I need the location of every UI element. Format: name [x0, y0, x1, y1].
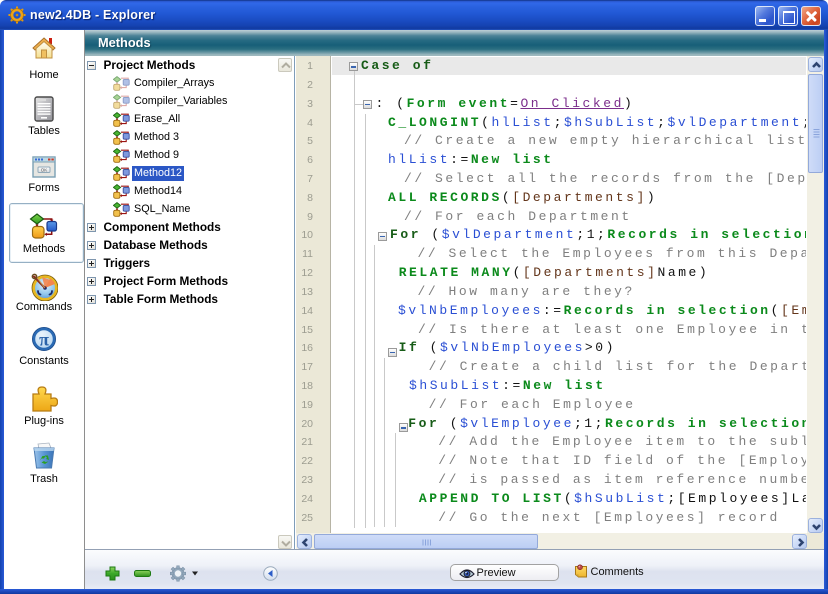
- svg-text:π: π: [39, 330, 49, 350]
- svg-text:OK: OK: [41, 167, 48, 172]
